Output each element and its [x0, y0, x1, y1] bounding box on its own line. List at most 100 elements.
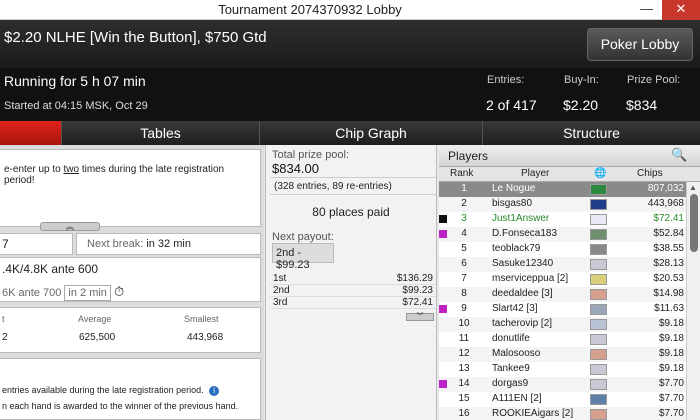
country-flag-icon: [590, 274, 607, 285]
scroll-thumb[interactable]: [690, 194, 698, 252]
player-chips: $14.98: [653, 288, 684, 299]
player-row[interactable]: 5 teoblack79 $38.55: [439, 242, 686, 257]
player-marker: [439, 230, 447, 238]
country-flag-icon: [590, 394, 607, 405]
player-chips: $7.70: [658, 393, 684, 404]
player-chips: $72.41: [653, 213, 684, 224]
player-marker: [439, 350, 447, 358]
scroll-up-icon[interactable]: ▲: [689, 183, 697, 192]
level-box: 7: [0, 233, 73, 255]
player-chips: 443,968: [647, 198, 684, 209]
player-row[interactable]: 3 Just1Answer $72.41: [439, 212, 686, 227]
player-name: donutlife: [492, 333, 530, 344]
player-name: bisgas80: [492, 198, 533, 209]
close-button[interactable]: ✕: [662, 0, 700, 20]
player-name: Le Nogue: [492, 183, 536, 194]
player-rank: 4: [461, 228, 467, 239]
tab-bar: Tables Chip Graph Structure: [0, 121, 700, 145]
poker-lobby-button[interactable]: Poker Lobby: [587, 28, 693, 61]
player-row[interactable]: 16 ROOKIEAigars [2] $7.70: [439, 407, 686, 420]
player-chips: $28.13: [653, 258, 684, 269]
player-marker: [439, 380, 447, 388]
payout-table: 1st $136.29 2nd $99.23 3rd $72.41: [270, 273, 436, 309]
next-payout-label: Next payout:: [272, 231, 334, 243]
entries-label: Entries:: [487, 74, 525, 86]
player-rank: 16: [458, 408, 470, 419]
player-chips: $9.18: [658, 333, 684, 344]
player-list-scrollbar[interactable]: ▲: [686, 182, 700, 420]
country-flag-icon: [590, 364, 607, 375]
tab-structure[interactable]: Structure: [483, 121, 700, 145]
player-chips: $11.63: [654, 303, 684, 314]
country-flag-icon: [590, 334, 607, 345]
player-rank: 11: [458, 333, 470, 344]
tab-info[interactable]: [0, 121, 62, 145]
next-payout-value: 2nd - $99.23: [272, 243, 334, 271]
players-column-headers: Rank Player 🌐 Chips: [439, 167, 700, 182]
col-player[interactable]: Player: [521, 168, 549, 179]
expand-notice-handle[interactable]: ︽: [40, 222, 100, 231]
search-icon[interactable]: 🔍: [671, 147, 687, 163]
total-prize-value: $834.00: [272, 161, 319, 176]
player-marker: [439, 185, 447, 193]
places-paid: 80 places paid: [312, 205, 390, 219]
player-row[interactable]: 8 deedaldee [3] $14.98: [439, 287, 686, 302]
player-row[interactable]: 6 Sasuke12340 $28.13: [439, 257, 686, 272]
col-chips[interactable]: Chips: [637, 168, 663, 179]
player-rank: 8: [461, 288, 467, 299]
window-title: Tournament 2074370932 Lobby: [218, 2, 402, 17]
tab-chip-graph[interactable]: Chip Graph: [260, 121, 483, 145]
payout-row: 2nd $99.23: [270, 285, 436, 297]
player-row[interactable]: 13 Tankee9 $9.18: [439, 362, 686, 377]
player-marker: [439, 260, 447, 268]
col-country-globe-icon[interactable]: 🌐: [594, 168, 606, 179]
prize-pool-label: Prize Pool:: [627, 74, 681, 86]
running-time: Running for 5 h 07 min: [4, 73, 146, 89]
player-row[interactable]: 12 Malosooso $9.18: [439, 347, 686, 362]
payout-row: 3rd $72.41: [270, 297, 436, 309]
blinds-box: .4K/4.8K ante 600 6K ante 700 in 2 min ⏱: [0, 257, 261, 302]
player-name: D.Fonseca183: [492, 228, 558, 239]
window-titlebar: Tournament 2074370932 Lobby — ✕: [0, 0, 700, 20]
prize-pool-value: $834: [626, 97, 658, 113]
reentry-notice: e-enter up to two times during the late …: [0, 149, 261, 231]
player-chips: $7.70: [658, 378, 684, 389]
player-name: mserviceppua [2]: [492, 273, 569, 284]
col-rank[interactable]: Rank: [450, 168, 473, 179]
average-stack-label: Average: [78, 314, 112, 324]
player-name: ROOKIEAigars [2]: [492, 408, 574, 419]
player-marker: [439, 365, 447, 373]
country-flag-icon: [590, 319, 607, 330]
minimize-button[interactable]: —: [630, 0, 663, 20]
player-chips: $9.18: [658, 363, 684, 374]
player-row[interactable]: 1 Le Nogue 807,032: [439, 182, 686, 197]
player-row[interactable]: 7 mserviceppua [2] $20.53: [439, 272, 686, 287]
country-flag-icon: [590, 259, 607, 270]
player-chips: $20.53: [653, 273, 684, 284]
notice-text-emphasis: two: [63, 164, 80, 175]
player-row[interactable]: 4 D.Fonseca183 $52.84: [439, 227, 686, 242]
tournament-name: $2.20 NLHE [Win the Button], $750 Gtd: [4, 29, 267, 46]
country-flag-icon: [590, 304, 607, 315]
player-rank: 15: [458, 393, 470, 404]
prize-pool-panel: Total prize pool: $834.00 (328 entries, …: [265, 145, 437, 420]
player-rank: 14: [458, 378, 470, 389]
player-name: Malosooso: [492, 348, 541, 359]
player-row[interactable]: 11 donutlife $9.18: [439, 332, 686, 347]
player-rank: 13: [458, 363, 470, 374]
tab-tables[interactable]: Tables: [62, 121, 260, 145]
player-marker: [439, 305, 447, 313]
payout-amount: $99.23: [402, 285, 433, 296]
smallest-stack-label: Smallest: [184, 314, 219, 324]
player-row[interactable]: 9 Slart42 [3] $11.63: [439, 302, 686, 317]
player-rank: 3: [461, 213, 467, 224]
tournament-info-box: entries available during the late regist…: [0, 358, 261, 420]
payout-amount: $72.41: [402, 297, 433, 308]
player-row[interactable]: 14 dorgas9 $7.70: [439, 377, 686, 392]
expand-payouts-handle[interactable]: ︾: [406, 313, 434, 321]
player-row[interactable]: 2 bisgas80 443,968: [439, 197, 686, 212]
player-row[interactable]: 15 A111EN [2] $7.70: [439, 392, 686, 407]
player-row[interactable]: 10 tacherovip [2] $9.18: [439, 317, 686, 332]
info-icon[interactable]: i: [209, 386, 220, 396]
player-chips: $9.18: [658, 318, 684, 329]
